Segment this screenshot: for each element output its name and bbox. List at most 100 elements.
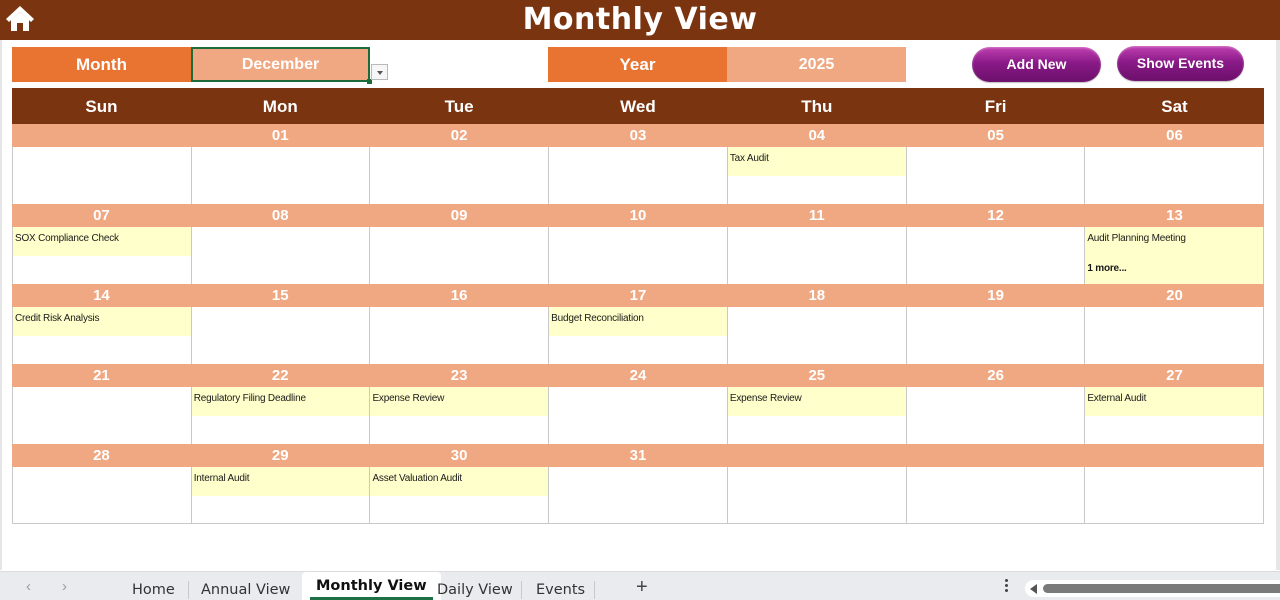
date-number [1085, 444, 1264, 467]
day-cell[interactable] [13, 147, 192, 204]
date-number: 15 [271, 287, 289, 304]
date-number: 05 [987, 127, 1004, 144]
event-item[interactable]: Audit Planning Meeting 1 more... [1085, 227, 1264, 284]
weekday-header: Sat [1161, 97, 1188, 116]
day-cell[interactable]: Asset Valuation Audit [370, 467, 550, 523]
day-cell[interactable]: Budget Reconciliation [549, 307, 728, 364]
calendar-week: 21 22 23 24 25 26 27 Regulatory Filing Deadline… [12, 364, 1265, 444]
sheet-tab-monthly-view[interactable]: Monthly View [302, 572, 441, 600]
event-item[interactable]: SOX Compliance Check [13, 227, 191, 256]
day-cell[interactable]: Audit Planning Meeting 1 more... [1085, 227, 1265, 284]
year-value[interactable]: 2025 [727, 47, 906, 82]
day-cell[interactable] [727, 227, 907, 284]
day-cell[interactable] [370, 307, 550, 364]
date-number: 19 [987, 287, 1004, 304]
calendar-week: 14 15 16 17 18 19 20 Credit Risk Analysis Budget… [12, 284, 1265, 364]
date-number: 22 [271, 367, 289, 384]
date-number: 23 [450, 367, 468, 384]
day-cell[interactable] [370, 227, 550, 284]
day-cell[interactable] [906, 387, 1086, 444]
day-cell[interactable] [549, 387, 728, 444]
event-item[interactable]: External Audit [1085, 387, 1264, 416]
event-item[interactable]: Credit Risk Analysis [13, 307, 191, 336]
day-cell[interactable]: Regulatory Filing Deadline [191, 387, 371, 444]
day-cell[interactable] [191, 307, 371, 364]
date-number: 03 [629, 127, 647, 144]
add-sheet-icon[interactable]: + [636, 576, 648, 599]
date-number: 08 [271, 207, 289, 224]
scrollbar-thumb[interactable] [1043, 584, 1280, 593]
date-number: 29 [271, 447, 289, 464]
event-title: External Audit [1087, 393, 1147, 404]
day-cell[interactable] [191, 227, 371, 284]
sheet-tab-home[interactable]: Home [118, 580, 189, 600]
event-item[interactable]: Expense Review [727, 387, 906, 416]
date-row: 14 15 16 17 18 19 20 [12, 284, 1264, 307]
day-cell[interactable] [906, 227, 1086, 284]
month-dropdown-button[interactable] [371, 64, 388, 80]
day-cells-row: Tax Audit [12, 147, 1265, 204]
day-cell[interactable]: Expense Review [370, 387, 550, 444]
calendar-grid: Sun Mon Tue Wed Thu Fri Sat 01 02 03 04 05 06 Tax Au… [12, 88, 1265, 524]
prev-sheet-icon[interactable]: ‹ [26, 578, 31, 595]
day-cell[interactable] [727, 467, 907, 523]
date-row: 07 08 09 10 11 12 13 [12, 204, 1264, 227]
weekday-header-row: Sun Mon Tue Wed Thu Fri Sat [12, 88, 1264, 124]
event-item[interactable]: Regulatory Filing Deadline [191, 387, 370, 416]
day-cell[interactable]: SOX Compliance Check [13, 227, 192, 284]
day-cell[interactable] [1085, 147, 1265, 204]
title-bar: Monthly View [0, 0, 1280, 40]
calendar-week: 28 29 30 31 Internal Audit Asset Valuation Au… [12, 444, 1265, 524]
event-item[interactable]: Asset Valuation Audit [370, 467, 549, 496]
date-number [12, 124, 191, 147]
day-cell[interactable] [727, 307, 907, 364]
event-item[interactable]: Budget Reconciliation [549, 307, 727, 336]
event-item[interactable]: Tax Audit [727, 147, 906, 176]
date-number: 11 [808, 207, 825, 224]
day-cell[interactable] [1085, 307, 1265, 364]
more-options-icon[interactable] [1004, 579, 1010, 595]
date-row: 01 02 03 04 05 06 [12, 124, 1264, 147]
sheet-tab-daily-view[interactable]: Daily View [423, 580, 527, 600]
excel-window: Monthly View Month December Year 2025 Ad… [0, 0, 1280, 600]
add-new-button[interactable]: Add New [972, 47, 1101, 82]
next-sheet-icon[interactable]: › [62, 578, 67, 595]
day-cell[interactable]: Tax Audit [727, 147, 907, 204]
day-cell[interactable] [13, 387, 192, 444]
day-cell[interactable] [906, 147, 1086, 204]
date-number: 20 [1166, 287, 1183, 304]
day-cell[interactable] [13, 467, 192, 523]
month-select[interactable]: December [191, 47, 370, 82]
event-title: Audit Planning Meeting [1087, 233, 1186, 244]
sheet-tab-events[interactable]: Events [522, 580, 599, 600]
event-title: Expense Review [729, 393, 802, 404]
row-header-edge [0, 40, 2, 570]
event-item[interactable]: Internal Audit [191, 467, 370, 496]
day-cell[interactable] [1085, 467, 1265, 523]
date-number: 01 [271, 127, 289, 144]
day-cell[interactable]: External Audit [1085, 387, 1265, 444]
day-cell[interactable]: Expense Review [727, 387, 907, 444]
event-item[interactable]: Expense Review [370, 387, 549, 416]
day-cell[interactable] [906, 307, 1086, 364]
date-number: 17 [629, 287, 647, 304]
day-cell[interactable] [370, 147, 550, 204]
day-cell[interactable] [549, 227, 728, 284]
day-cell[interactable] [191, 147, 371, 204]
date-number: 16 [450, 287, 468, 304]
date-number: 26 [987, 367, 1004, 384]
more-events-link[interactable]: 1 more... [1087, 263, 1127, 274]
date-number: 13 [1166, 207, 1183, 224]
horizontal-scrollbar[interactable] [1025, 580, 1280, 597]
day-cell[interactable]: Internal Audit [191, 467, 371, 523]
date-row: 28 29 30 31 [12, 444, 1264, 467]
show-events-button[interactable]: Show Events [1117, 46, 1244, 81]
date-number: 24 [629, 367, 647, 384]
day-cell[interactable]: Credit Risk Analysis [13, 307, 192, 364]
day-cell[interactable] [549, 147, 728, 204]
day-cell[interactable] [906, 467, 1086, 523]
weekday-header: Mon [262, 97, 298, 116]
sheet-tab-annual-view[interactable]: Annual View [187, 580, 304, 600]
day-cell[interactable] [549, 467, 728, 523]
scroll-left-icon[interactable] [1030, 584, 1037, 594]
